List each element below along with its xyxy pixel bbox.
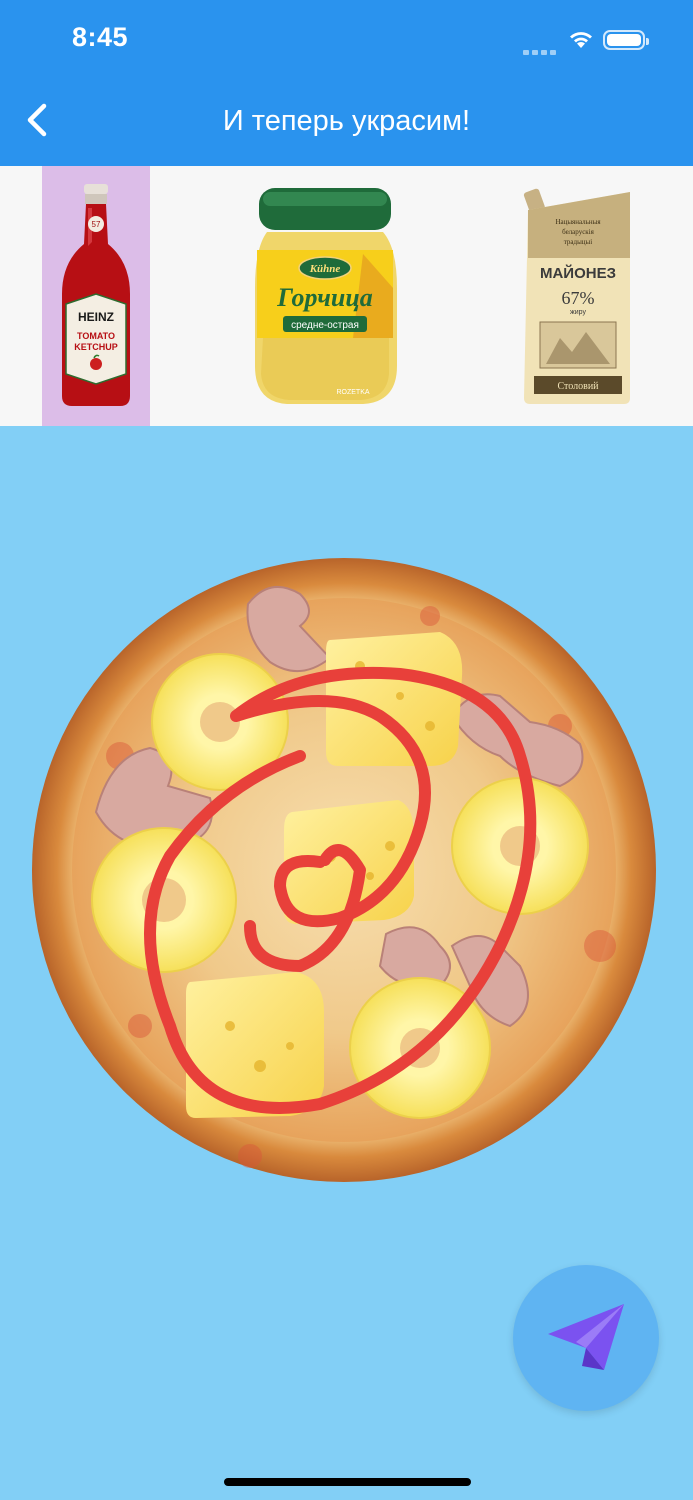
ketchup-bottle-icon: 57 HEINZ TOMATO KETCHUP bbox=[62, 184, 130, 406]
svg-text:традыцыі: традыцыі bbox=[564, 238, 592, 246]
svg-text:беларускія: беларускія bbox=[562, 228, 595, 236]
send-button[interactable] bbox=[513, 1265, 659, 1411]
ketchup-badge: 57 bbox=[92, 220, 101, 229]
sauce-item-ketchup[interactable]: 57 HEINZ TOMATO KETCHUP bbox=[42, 166, 150, 426]
mustard-jar-icon: Kühne Горчица средне-острая ROZETKA bbox=[255, 188, 397, 404]
status-icons bbox=[523, 28, 653, 55]
paper-plane-icon bbox=[548, 1304, 624, 1370]
ketchup-line1: TOMATO bbox=[77, 331, 115, 341]
svg-text:Нацыянальныя: Нацыянальныя bbox=[555, 218, 601, 226]
ketchup-line2: KETCHUP bbox=[74, 342, 118, 352]
mayonnaise-pack-icon: Нацыянальныя беларускія традыцыі МАЙОНЕЗ… bbox=[523, 188, 630, 404]
page-title: И теперь украсим! bbox=[222, 105, 471, 137]
sauce-item-mustard[interactable]: Kühne Горчица средне-острая ROZETKA bbox=[245, 166, 405, 426]
home-indicator bbox=[224, 1478, 471, 1486]
app-bar: 8:45 И теперь украсим! bbox=[0, 0, 693, 166]
cellular-signal-icon bbox=[523, 42, 559, 55]
mustard-watermark: ROZETKA bbox=[336, 389, 369, 396]
sauce-item-mayonnaise[interactable]: Нацыянальныя беларускія традыцыі МАЙОНЕЗ… bbox=[515, 166, 640, 426]
mustard-subtitle: средне-острая bbox=[291, 320, 359, 331]
ketchup-brand: HEINZ bbox=[78, 310, 114, 324]
wifi-icon bbox=[570, 32, 592, 48]
mustard-title: Горчица bbox=[276, 283, 373, 312]
status-time: 8:45 bbox=[72, 22, 129, 52]
mustard-brand: Kühne bbox=[309, 263, 341, 275]
mayo-fat: жиру bbox=[570, 309, 586, 316]
mayo-percent: 67% bbox=[562, 288, 595, 308]
sauce-picker: 57 HEINZ TOMATO KETCHUP Kühne Горчица ср… bbox=[0, 166, 693, 426]
battery-icon bbox=[603, 30, 649, 50]
mayo-title: МАЙОНЕЗ bbox=[540, 264, 616, 282]
mayo-bottom: Столовий bbox=[557, 381, 599, 392]
